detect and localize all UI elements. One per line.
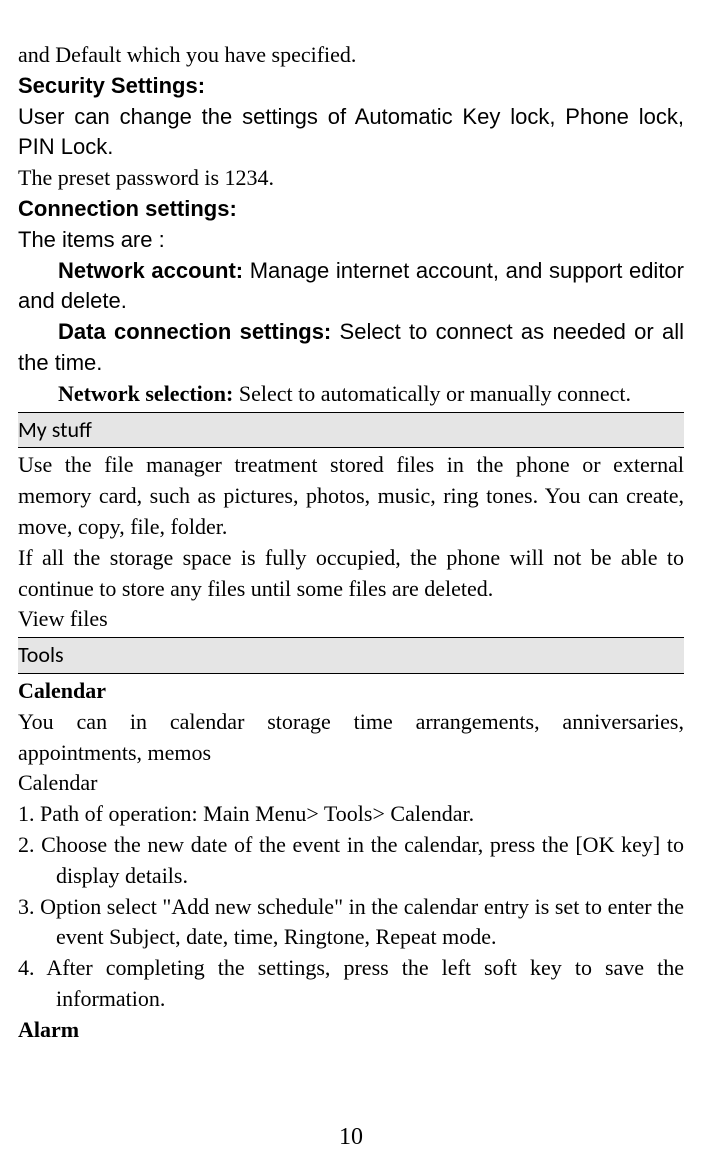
text-mystuff-p1: Use the file manager treatment stored fi… <box>18 450 684 542</box>
text-calendar-p1: You can in calendar storage time arrange… <box>18 707 684 769</box>
label-network-selection: Network selection: <box>58 381 239 406</box>
label-network-account: Network account: <box>58 258 250 283</box>
heading-connection-settings: Connection settings: <box>18 194 684 225</box>
heading-alarm: Alarm <box>18 1015 684 1046</box>
item-network-selection: Network selection: Select to automatical… <box>18 379 684 410</box>
calendar-step-1: 1. Path of operation: Main Menu> Tools> … <box>18 799 684 830</box>
text-security-body: User can change the settings of Automati… <box>18 102 684 164</box>
item-network-account: Network account: Manage internet account… <box>18 256 684 318</box>
heading-calendar: Calendar <box>18 676 684 707</box>
body-network-selection: Select to automatically or manually conn… <box>239 381 631 406</box>
text-view-files: View files <box>18 604 684 635</box>
text-items-are: The items are : <box>18 225 684 256</box>
calendar-step-2: 2. Choose the new date of the event in t… <box>18 830 684 892</box>
text-mystuff-p2: If all the storage space is fully occupi… <box>18 543 684 605</box>
calendar-step-4: 4. After completing the settings, press … <box>18 953 684 1015</box>
section-heading-tools: Tools <box>18 637 684 674</box>
page-content: and Default which you have specified. Se… <box>18 40 684 1046</box>
page-number: 10 <box>0 1121 702 1155</box>
label-data-connection: Data connection settings: <box>58 319 340 344</box>
text-calendar-sub: Calendar <box>18 768 684 799</box>
heading-security-settings: Security Settings: <box>18 71 684 102</box>
text-line: and Default which you have specified. <box>18 40 684 71</box>
text-preset-password: The preset password is 1234. <box>18 163 684 194</box>
calendar-step-3: 3. Option select "Add new schedule" in t… <box>18 892 684 954</box>
section-heading-my-stuff: My stuff <box>18 412 684 449</box>
item-data-connection: Data connection settings: Select to conn… <box>18 317 684 379</box>
